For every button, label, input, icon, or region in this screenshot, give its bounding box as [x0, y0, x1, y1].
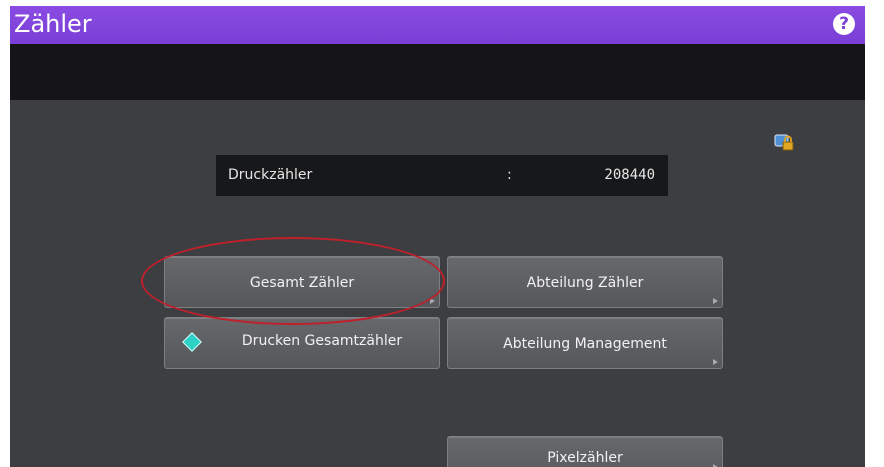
counter-screen: Zähler ? Druckzähler : 208440 Gesamt Zäh… — [10, 6, 865, 467]
page-title: Zähler — [14, 10, 92, 38]
more-arrow-icon — [713, 359, 718, 365]
department-counter-label: Abteilung Zähler — [526, 275, 644, 291]
print-counter-display: Druckzähler : 208440 — [216, 155, 668, 196]
total-counter-label: Gesamt Zähler — [249, 275, 355, 291]
department-management-label: Abteilung Management — [503, 336, 667, 352]
print-total-counter-button[interactable]: Drucken Gesamtzähler — [164, 317, 440, 369]
help-icon[interactable]: ? — [833, 13, 855, 35]
pixel-counter-button[interactable]: Pixelzähler — [447, 436, 723, 467]
counter-separator: : — [507, 167, 512, 183]
lock-icon[interactable] — [774, 132, 796, 152]
print-counter-label: Druckzähler — [228, 167, 313, 183]
department-counter-button[interactable]: Abteilung Zähler — [447, 256, 723, 308]
print-counter-value: 208440 — [604, 167, 655, 183]
more-arrow-icon — [713, 298, 718, 304]
message-area — [10, 44, 865, 100]
start-diamond-icon — [182, 332, 202, 352]
more-arrow-icon — [430, 298, 435, 304]
print-total-counter-label: Drucken Gesamtzähler — [241, 333, 403, 349]
department-management-button[interactable]: Abteilung Management — [447, 317, 723, 369]
title-bar: Zähler ? — [10, 6, 865, 44]
pixel-counter-label: Pixelzähler — [547, 450, 623, 466]
total-counter-button[interactable]: Gesamt Zähler — [164, 256, 440, 308]
